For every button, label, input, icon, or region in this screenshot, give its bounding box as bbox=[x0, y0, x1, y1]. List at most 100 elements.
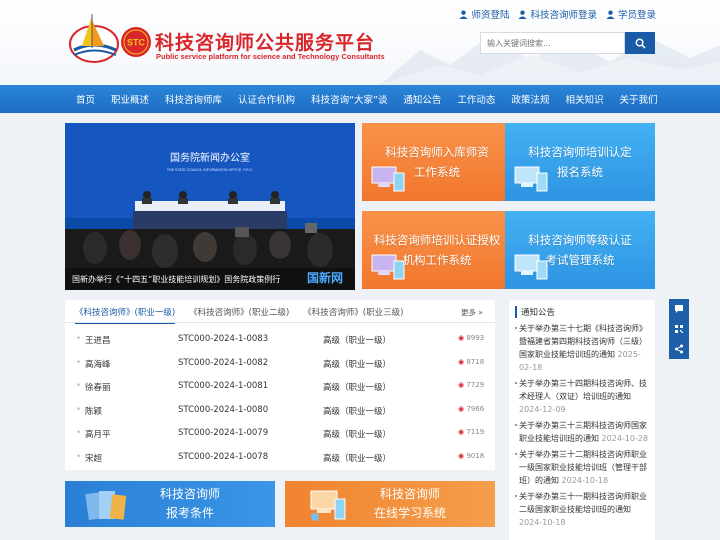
table-row[interactable]: • 高月平 STC000-2024-1-0079 高级（职业一级） ◉ 7119 bbox=[65, 421, 495, 445]
notice-title: 通知公告 bbox=[515, 306, 555, 318]
consultant-code: STC000-2024-1-0078 bbox=[178, 451, 269, 462]
nav-item-consultant-library[interactable]: 科技咨询师库 bbox=[157, 92, 230, 106]
nav-item-work-news[interactable]: 工作动态 bbox=[449, 92, 503, 106]
online-learning-banner[interactable]: 科技咨询师 在线学习系统 bbox=[285, 481, 495, 527]
tile-label: 科技咨询师培训认证授权 机构工作系统 bbox=[374, 230, 501, 270]
view-count-value: 8993 bbox=[466, 334, 485, 342]
notice-text: 关于举办第三十一期科技咨询师职业二级国家职业技能培训班的通知 bbox=[519, 492, 647, 514]
table-row[interactable]: • 高海峰 STC000-2024-1-0082 高级（职业一级） ◉ 8718 bbox=[65, 351, 495, 375]
consultant-rows: • 王进昌 STC000-2024-1-0083 高级（职业一级） ◉ 8993… bbox=[65, 327, 495, 468]
nav-item-policies[interactable]: 政策法规 bbox=[503, 92, 557, 106]
list-item[interactable]: 关于举办第三十七期《科技咨询师》暨福建省第四期科技咨询师（三级）国家职业技能培训… bbox=[515, 322, 653, 374]
tile-line2: 机构工作系统 bbox=[402, 253, 472, 267]
consultant-level: 高级（职业一级） bbox=[323, 336, 392, 346]
eye-icon: ◉ bbox=[458, 451, 465, 460]
notice-date: 2024-12-09 bbox=[519, 405, 566, 414]
top-login-links: 师资登陆 科技咨询师登录 学员登录 bbox=[459, 7, 656, 21]
notice-panel: 通知公告 关于举办第三十七期《科技咨询师》暨福建省第四期科技咨询师（三级）国家职… bbox=[509, 300, 655, 540]
consultant-code: STC000-2024-1-0081 bbox=[178, 381, 269, 391]
eye-icon: ◉ bbox=[458, 404, 465, 413]
search-input[interactable] bbox=[480, 32, 625, 54]
view-count: ◉ 9018 bbox=[458, 452, 484, 460]
tile-label: 科技咨询师入库师资 工作系统 bbox=[385, 142, 489, 182]
table-row[interactable]: • 宋超 STC000-2024-1-0078 高级（职业一级） ◉ 9018 bbox=[65, 445, 495, 469]
row-bullet: • bbox=[76, 357, 82, 368]
search-icon bbox=[635, 38, 646, 49]
consultant-code: STC000-2024-1-0083 bbox=[178, 334, 269, 344]
exam-requirements-banner[interactable]: 科技咨询师 报考条件 bbox=[65, 481, 275, 527]
table-row[interactable]: • 陈颖 STC000-2024-1-0080 高级（职业一级） ◉ 7966 bbox=[65, 398, 495, 422]
notice-list: 关于举办第三十七期《科技咨询师》暨福建省第四期科技咨询师（三级）国家职业技能培训… bbox=[515, 322, 653, 532]
user-icon bbox=[459, 10, 469, 19]
list-item[interactable]: 关于举办第三十二期科技咨询师职业一级国家职业技能培训班（管理干部班）的通知 20… bbox=[515, 448, 653, 487]
tab-divider bbox=[65, 322, 495, 323]
chat-button[interactable] bbox=[674, 304, 684, 314]
banner-label: 科技咨询师 在线学习系统 bbox=[334, 485, 446, 523]
student-login-label: 学员登录 bbox=[617, 10, 656, 21]
consultant-login-label: 科技咨询师登录 bbox=[530, 10, 597, 21]
tile-line2: 工作系统 bbox=[414, 165, 460, 179]
consultant-name: 陈颖 bbox=[85, 406, 103, 417]
student-login-link[interactable]: 学员登录 bbox=[606, 7, 656, 21]
list-item[interactable]: 关于举办第三十一期科技咨询师职业二级国家职业技能培训班的通知 2024-10-1… bbox=[515, 490, 653, 529]
nav-item-partner-institutions[interactable]: 认证合作机构 bbox=[230, 92, 303, 106]
consultant-name: 王进昌 bbox=[85, 336, 111, 346]
tile-line2: 报名系统 bbox=[557, 165, 603, 179]
eye-icon: ◉ bbox=[458, 381, 465, 389]
eye-icon: ◉ bbox=[458, 334, 465, 342]
nav-item-knowledge[interactable]: 相关知识 bbox=[557, 92, 611, 106]
table-row[interactable]: • 王进昌 STC000-2024-1-0083 高级（职业一级） ◉ 8993 bbox=[65, 327, 495, 351]
level-exam-management-tile[interactable]: 科技咨询师等级认证 考试管理系统 bbox=[505, 211, 655, 289]
share-button[interactable] bbox=[674, 344, 684, 354]
tile-line1: 科技咨询师等级认证 bbox=[528, 233, 632, 247]
tile-line2: 考试管理系统 bbox=[545, 253, 615, 267]
row-bullet: • bbox=[76, 334, 82, 344]
consultant-name: 徐春丽 bbox=[85, 383, 111, 393]
banner-line1: 科技咨询师 bbox=[379, 487, 440, 501]
notice-date: 2024-10-18 bbox=[561, 476, 609, 485]
teacher-login-link[interactable]: 师资登陆 bbox=[459, 7, 509, 21]
view-count: ◉ 7729 bbox=[458, 381, 484, 389]
consultant-level: 高级（职业一级） bbox=[323, 383, 392, 393]
search-button[interactable] bbox=[625, 32, 655, 54]
site-title: 科技咨询师公共服务平台 bbox=[155, 32, 376, 54]
consultant-login-link[interactable]: 科技咨询师登录 bbox=[518, 7, 597, 21]
teacher-registry-system-tile[interactable]: 科技咨询师入库师资 工作系统 bbox=[362, 123, 512, 201]
consultant-name: 高海峰 bbox=[85, 359, 111, 370]
nav-item-about[interactable]: 关于我们 bbox=[611, 92, 665, 106]
banner-line1: 科技咨询师 bbox=[159, 487, 220, 501]
nav-item-notices[interactable]: 通知公告 bbox=[395, 92, 449, 106]
site-logo[interactable]: STC bbox=[68, 10, 152, 66]
row-bullet: • bbox=[76, 381, 82, 391]
row-bullet: • bbox=[76, 404, 82, 415]
training-certification-signup-tile[interactable]: 科技咨询师培训认定 报名系统 bbox=[505, 123, 655, 201]
consultant-code: STC000-2024-1-0082 bbox=[178, 357, 269, 368]
share-icon bbox=[675, 344, 683, 354]
institution-authorization-system-tile[interactable]: 科技咨询师培训认证授权 机构工作系统 bbox=[362, 211, 512, 289]
more-link[interactable]: 更多 » bbox=[461, 307, 483, 318]
list-item[interactable]: 关于举办第三十四期科技咨询师、技术经理人（双证）培训班的通知 2024-12-0… bbox=[515, 377, 653, 416]
consultant-list-panel: 《科技咨询师》(职业一级) 《科技咨询师》(职业二级) 《科技咨询师》(职业三级… bbox=[65, 300, 495, 470]
site-header: STC 科技咨询师公共服务平台 Public service platform … bbox=[0, 0, 720, 85]
banner-line2: 报考条件 bbox=[165, 506, 214, 520]
notice-text: 关于举办第三十四期科技咨询师、技术经理人（双证）培训班的通知 bbox=[519, 379, 647, 401]
eye-icon: ◉ bbox=[458, 357, 465, 366]
banner-label: 科技咨询师 报考条件 bbox=[120, 485, 220, 523]
nav-item-home[interactable]: 首页 bbox=[68, 92, 103, 106]
nav-item-overview[interactable]: 职业概述 bbox=[103, 92, 157, 106]
table-row[interactable]: • 徐春丽 STC000-2024-1-0081 高级（职业一级） ◉ 7729 bbox=[65, 374, 495, 398]
consultant-name: 高月平 bbox=[85, 430, 111, 440]
qrcode-button[interactable] bbox=[674, 324, 684, 334]
qrcode-icon bbox=[675, 325, 683, 333]
nav-item-experts-talk[interactable]: 科技咨询“大家”谈 bbox=[303, 92, 395, 106]
user-icon bbox=[606, 10, 615, 19]
tile-line1: 科技咨询师培训认定 bbox=[528, 145, 632, 159]
view-count: ◉ 7119 bbox=[458, 428, 484, 436]
consultant-code: STC000-2024-1-0080 bbox=[178, 404, 269, 415]
chat-icon bbox=[675, 305, 683, 313]
news-banner[interactable]: 国务院新闻办公室 THE STATE COUNCIL INFORMATION O… bbox=[65, 123, 355, 290]
list-item[interactable]: 关于举办第三十三期科技咨询师国家职业技能培训班的通知 2024-10-28 bbox=[515, 419, 653, 445]
view-count-value: 7729 bbox=[466, 381, 485, 389]
user-icon bbox=[518, 10, 528, 19]
banner-watermark: 国新网 bbox=[306, 271, 343, 285]
